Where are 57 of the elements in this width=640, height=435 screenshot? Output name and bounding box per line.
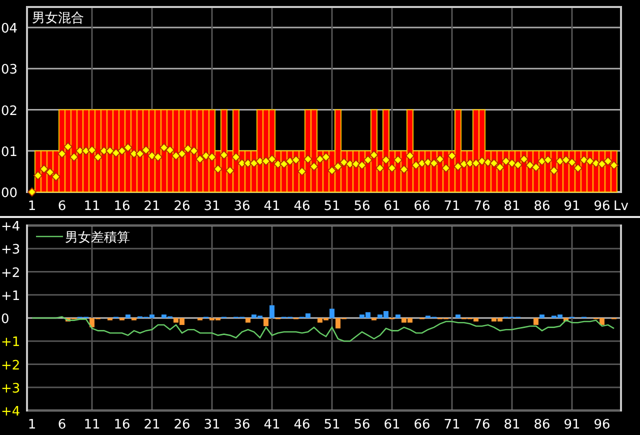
axis-label: 61	[384, 418, 400, 432]
axis-label: 86	[534, 199, 550, 214]
axis-label: +4	[1, 220, 20, 234]
axis-label: 1	[28, 418, 36, 432]
axis-label: 76	[474, 418, 490, 432]
axis-label: 1	[28, 199, 36, 214]
axis-label: 76	[474, 199, 490, 214]
axis-label: +1	[1, 335, 20, 350]
legend-label: 男女差積算	[65, 230, 130, 246]
axis-label: 71	[444, 418, 460, 432]
axis-label: 46	[294, 418, 310, 432]
axis-label: 66	[414, 418, 430, 432]
axis-label: 26	[174, 199, 190, 214]
axis-label: 91	[564, 418, 580, 432]
axis-label: 26	[174, 418, 190, 432]
axis-label: 91	[564, 199, 580, 214]
axis-label: 66	[414, 199, 430, 214]
axis-label: 51	[324, 418, 340, 432]
axis-label: 61	[384, 199, 400, 214]
axis-label: 46	[294, 199, 310, 214]
axis-label: 0	[1, 312, 10, 327]
axis-label: 56	[354, 418, 370, 432]
axis-label: 96	[594, 418, 610, 432]
chart-title: 男女混合	[32, 11, 84, 26]
axis-label: 71	[444, 199, 460, 214]
axis-label: 21	[144, 418, 160, 432]
axis-label: 96	[594, 199, 610, 214]
axis-label: 31	[204, 199, 220, 214]
axis-label: 16	[114, 199, 130, 214]
axis-label: 81	[504, 418, 520, 432]
axis-label: +2	[1, 358, 20, 374]
axis-label: 36	[234, 418, 250, 432]
axis-title: Lv	[614, 199, 628, 214]
axis-label: 86	[534, 418, 550, 432]
axis-label: 21	[144, 199, 160, 214]
axis-label: +3	[1, 381, 20, 396]
axis-label: 6	[58, 199, 66, 214]
axis-label: 02	[1, 104, 18, 119]
axis-label: 11	[84, 199, 100, 214]
axis-label: 56	[354, 199, 370, 214]
axis-label: 31	[204, 418, 220, 432]
axis-label: 00	[1, 186, 18, 201]
axis-label: 41	[264, 418, 280, 432]
axis-label: +4	[1, 404, 20, 420]
axis-label: 51	[324, 199, 340, 214]
axis-label: 36	[234, 199, 250, 214]
axis-label: 01	[1, 144, 18, 160]
axis-label: 16	[114, 418, 130, 432]
axis-label: 41	[264, 199, 280, 214]
axis-label: 04	[1, 22, 18, 37]
axis-label: +2	[1, 266, 20, 281]
axis-label: 03	[1, 62, 18, 78]
axis-label: +1	[1, 288, 20, 304]
axis-label: 11	[84, 418, 100, 432]
axis-label: 81	[504, 199, 520, 214]
axis-label: 6	[58, 418, 66, 432]
axis-label: +3	[1, 242, 20, 258]
